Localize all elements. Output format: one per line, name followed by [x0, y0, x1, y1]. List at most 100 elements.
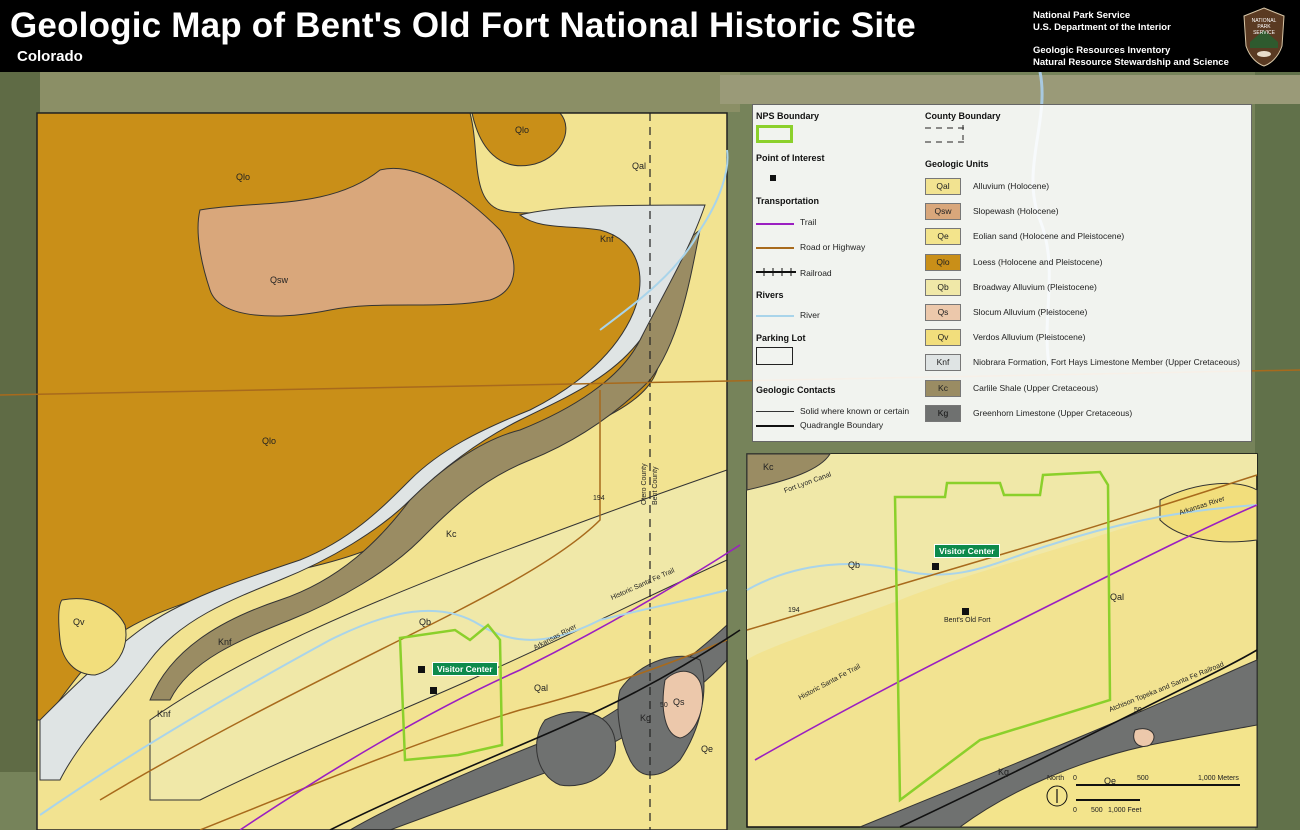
map-label: Qlo	[515, 125, 529, 135]
quadrangle-swatch	[756, 425, 794, 427]
unit-swatch-qal: Qal	[925, 178, 961, 195]
unit-description-kc: Carlile Shale (Upper Cretaceous)	[973, 382, 1099, 393]
contact-solid-swatch	[756, 411, 794, 412]
road-50-shield: 50	[660, 702, 668, 709]
map-label: Qv	[73, 617, 85, 627]
parking-lot-swatch	[756, 347, 793, 365]
legend-road: Road or Highway	[800, 242, 866, 252]
map-label: Knf	[600, 234, 614, 244]
map-label: Qe	[701, 744, 713, 754]
satellite-field-right	[1255, 72, 1300, 830]
county-boundary-swatch	[925, 125, 965, 145]
inset-qs-spot	[1133, 728, 1155, 747]
unit-swatch-kc: Kc	[925, 379, 961, 397]
map-label: Kc	[446, 529, 457, 539]
program-line-2: Natural Resource Stewardship and Science	[1033, 57, 1229, 68]
legend-county-boundary: County Boundary	[925, 111, 1001, 121]
railroad-swatch	[756, 268, 796, 276]
inset-road-50: 50	[1134, 707, 1142, 714]
inset-label: Qal	[1110, 592, 1124, 602]
inset-label: Kg	[998, 767, 1009, 777]
poi-visitor-center	[418, 666, 425, 673]
satellite-field-left	[0, 72, 40, 772]
county-label-bent: Bent County	[652, 466, 659, 505]
road-swatch	[756, 247, 794, 249]
north-label: North	[1047, 775, 1064, 782]
inset-poi-fort	[962, 608, 969, 615]
logo-text: SERVICE	[1253, 30, 1276, 36]
map-subtitle: Colorado	[17, 48, 83, 65]
unit-swatch-qsw: Qsw	[925, 203, 961, 221]
map-label: Qb	[419, 617, 431, 627]
map-label: Knf	[218, 637, 232, 647]
inset-label: Qb	[848, 560, 860, 570]
unit-description-qlo: Loess (Holocene and Pleistocene)	[973, 256, 1103, 267]
legend-point-of-interest: Point of Interest	[756, 153, 825, 163]
map-label: Qs	[673, 697, 685, 707]
inset-map: Kc Qb Qal Kg Qe 194 50 Historic Santa Fe…	[746, 453, 1258, 828]
scale-tick: 500	[1137, 775, 1149, 782]
agency-line-2: U.S. Department of the Interior	[1033, 22, 1171, 33]
legend-panel: NPS Boundary County Boundary Point of In…	[752, 104, 1252, 442]
road-194-shield: 194	[593, 495, 605, 502]
unit-swatch-qs: Qs	[925, 304, 961, 321]
point-of-interest-icon	[770, 175, 776, 181]
unit-description-qv: Verdos Alluvium (Pleistocene)	[973, 332, 1086, 343]
river-swatch	[756, 315, 794, 317]
scale-tick: 1,000 Feet	[1108, 807, 1142, 814]
legend-nps-boundary: NPS Boundary	[756, 111, 820, 121]
inset-road-194: 194	[788, 607, 800, 614]
legend-geologic-contacts: Geologic Contacts	[756, 385, 836, 395]
scale-tick: 1,000 Meters	[1198, 775, 1239, 782]
legend-quadrangle: Quadrangle Boundary	[800, 420, 884, 430]
map-label: Qlo	[236, 172, 250, 182]
program-line-1: Geologic Resources Inventory	[1033, 45, 1171, 56]
map-title: Geologic Map of Bent's Old Fort National…	[10, 6, 916, 45]
unit-swatch-qlo: Qlo	[925, 253, 961, 271]
legend-trail: Trail	[800, 217, 817, 227]
agency-line-1: National Park Service	[1033, 10, 1131, 21]
unit-swatch-knf: Knf	[925, 354, 961, 372]
map-label: Kg	[640, 713, 651, 723]
scale-tick: 0	[1073, 775, 1077, 782]
inset-fort-label: Bent's Old Fort	[944, 617, 991, 624]
unit-description-qs: Slocum Alluvium (Pleistocene)	[973, 307, 1088, 317]
inset-label: Kc	[763, 462, 774, 472]
unit-swatch-qb: Qb	[925, 278, 961, 296]
map-label: Qal	[534, 683, 548, 693]
legend-railroad: Railroad	[800, 268, 832, 278]
unit-description-qe: Eolian sand (Holocene and Pleistocene)	[973, 231, 1125, 242]
trail-swatch	[756, 223, 794, 225]
legend-transportation: Transportation	[756, 196, 820, 206]
unit-description-qsw: Slopewash (Holocene)	[973, 206, 1059, 217]
legend-rivers: Rivers	[756, 290, 784, 300]
scale-tick: 500	[1091, 807, 1103, 814]
unit-swatch-qe: Qe	[925, 228, 961, 246]
unit-description-qal: Alluvium (Holocene)	[973, 181, 1050, 191]
map-label: Qal	[632, 161, 646, 171]
inset-visitor-center-badge: Visitor Center	[934, 544, 1000, 558]
map-label: Qsw	[270, 275, 289, 285]
title-bar: Geologic Map of Bent's Old Fort National…	[0, 0, 1300, 72]
map-page: Qlo Qal Qlo Knf Qsw Qlo Kc Qv Knf Knf Qb…	[0, 0, 1300, 830]
nps-boundary-swatch	[756, 125, 793, 143]
nps-arrowhead-logo: NATIONAL PARK SERVICE	[1243, 7, 1285, 67]
unit-description-knf: Niobrara Formation, Fort Hays Limestone …	[973, 357, 1240, 368]
satellite-plain	[720, 75, 1300, 104]
county-label-otero: Otero County	[641, 463, 648, 505]
map-label: Qlo	[262, 436, 276, 446]
inset-poi-visitor	[932, 563, 939, 570]
poi-fort	[430, 687, 437, 694]
map-label: Knf	[157, 709, 171, 719]
unit-swatch-qv: Qv	[925, 329, 961, 347]
unit-description-qb: Broadway Alluvium (Pleistocene)	[973, 281, 1097, 292]
visitor-center-badge: Visitor Center	[432, 662, 498, 676]
satellite-field-top	[40, 72, 740, 112]
unit-description-kg: Greenhorn Limestone (Upper Cretaceous)	[973, 407, 1133, 418]
legend-river: River	[800, 310, 820, 320]
legend-contact-solid: Solid where known or certain	[800, 406, 910, 416]
legend-parking-lot: Parking Lot	[756, 333, 806, 343]
unit-swatch-kg: Kg	[925, 404, 961, 422]
scale-tick: 0	[1073, 807, 1077, 814]
legend-geologic-units-title: Geologic Units	[925, 159, 989, 169]
